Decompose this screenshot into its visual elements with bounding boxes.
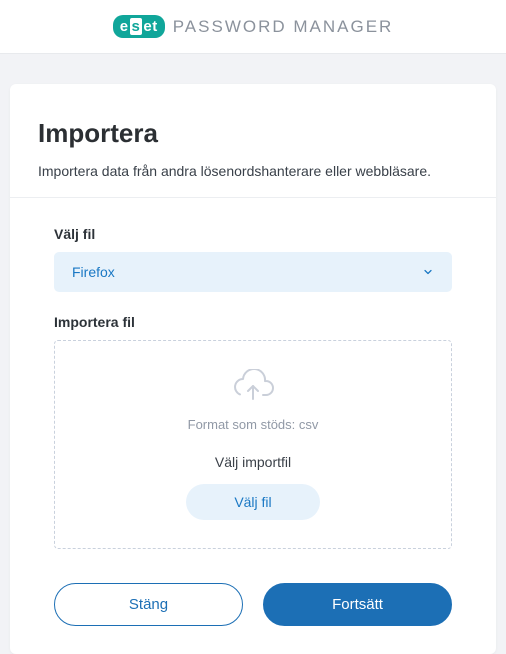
page-title: Importera xyxy=(38,118,468,149)
divider xyxy=(10,197,496,198)
choose-file-button[interactable]: Välj fil xyxy=(186,484,319,520)
footer-buttons: Stäng Fortsätt xyxy=(38,583,468,626)
app-header: eset PASSWORD MANAGER xyxy=(0,0,506,54)
choose-import-text: Välj importfil xyxy=(75,454,431,470)
chevron-down-icon xyxy=(422,266,434,278)
import-file-label: Importera fil xyxy=(54,314,452,330)
close-button[interactable]: Stäng xyxy=(54,583,243,626)
file-source-label: Välj fil xyxy=(54,226,452,242)
page-description: Importera data från andra lösenordshante… xyxy=(38,163,468,179)
file-dropzone[interactable]: Format som stöds: csv Välj importfil Väl… xyxy=(54,340,452,549)
import-card: Importera Importera data från andra löse… xyxy=(10,84,496,654)
cloud-upload-icon xyxy=(231,369,275,403)
app-title: PASSWORD MANAGER xyxy=(173,17,394,37)
continue-button[interactable]: Fortsätt xyxy=(263,583,452,626)
brand-logo: eset xyxy=(113,15,165,38)
file-source-select[interactable]: Firefox xyxy=(54,252,452,292)
supported-format-text: Format som stöds: csv xyxy=(75,417,431,432)
file-source-value: Firefox xyxy=(72,264,115,280)
